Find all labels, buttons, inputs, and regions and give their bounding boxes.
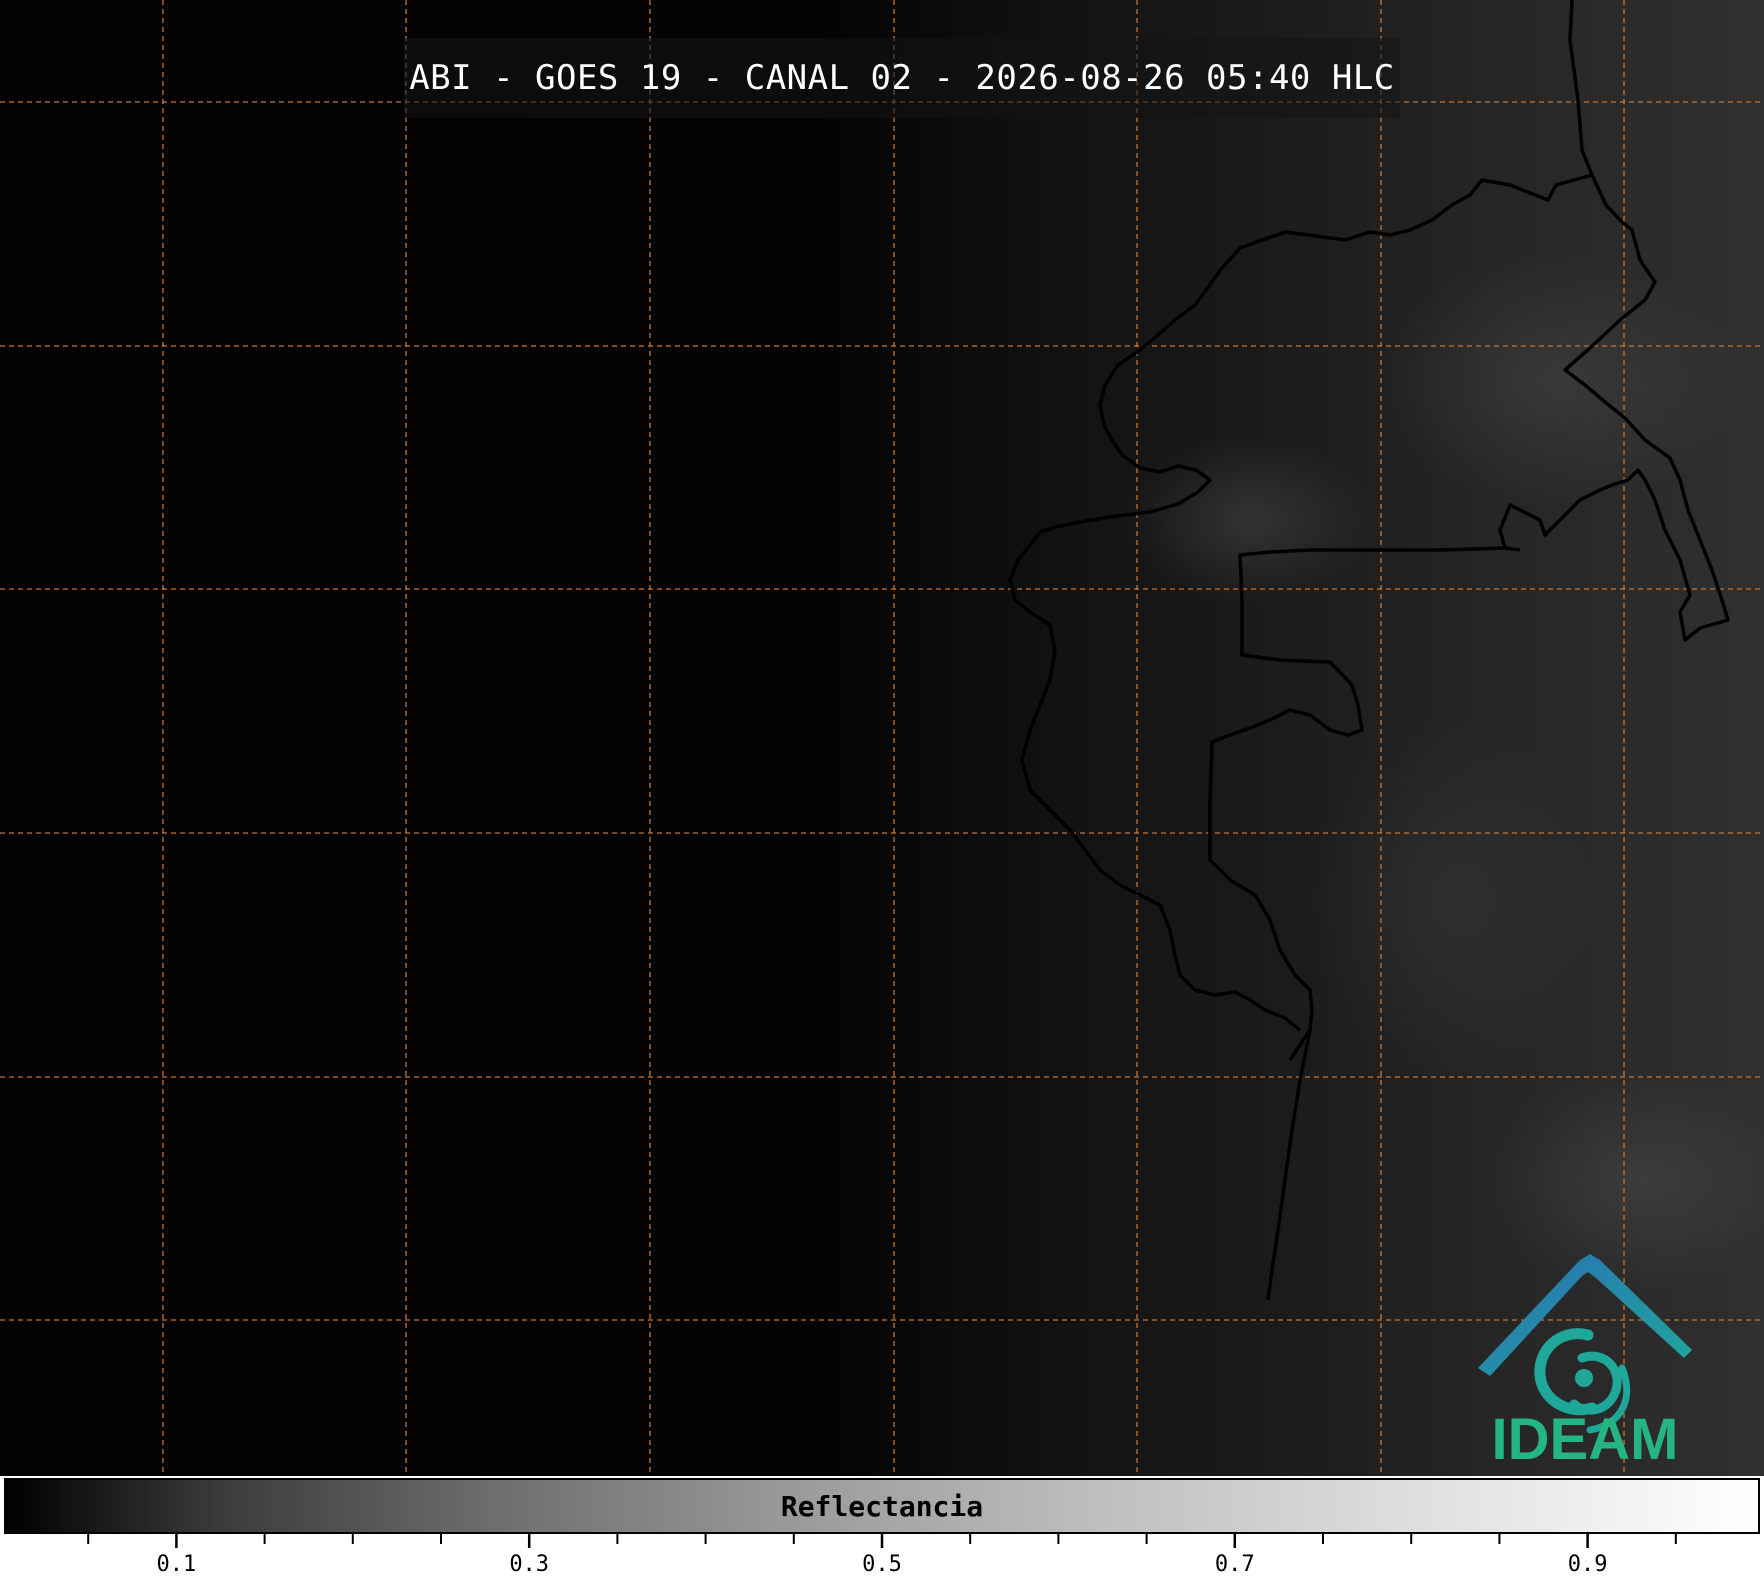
colorbar-tick-label: 0.9	[1568, 1552, 1608, 1577]
page: ABI - GOES 19 - CANAL 02 - 2026-08-26 05…	[0, 0, 1764, 1577]
title-box: ABI - GOES 19 - CANAL 02 - 2026-08-26 05…	[404, 38, 1400, 118]
image-title: ABI - GOES 19 - CANAL 02 - 2026-08-26 05…	[409, 58, 1395, 98]
border-coast	[1008, 530, 1302, 1032]
colorbar: Reflectancia	[4, 1478, 1760, 1534]
colorbar-tick-label: 0.1	[157, 1552, 197, 1577]
colorbar-label: Reflectancia	[780, 1489, 984, 1523]
colorbar-tick-label: 0.5	[862, 1552, 902, 1577]
colorbar-tick-label: 0.7	[1215, 1552, 1255, 1577]
colorbar-axis: 0.1 0.3 0.5 0.7 0.9	[87, 1534, 1677, 1577]
border-mid	[1208, 546, 1506, 1061]
border-south	[1266, 1029, 1312, 1301]
border-east	[1498, 174, 1730, 642]
logo-text: IDEAM	[1491, 1407, 1679, 1472]
political-borders	[1008, 0, 1730, 1301]
colorbar-tick-label: 0.3	[509, 1552, 549, 1577]
